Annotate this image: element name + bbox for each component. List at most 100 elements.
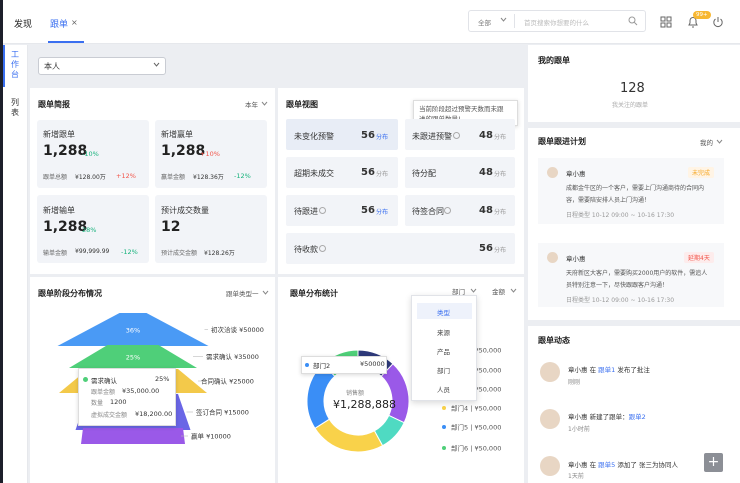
chevron-down-icon[interactable]	[510, 288, 517, 293]
card-sub-change: -12%	[121, 248, 138, 256]
owner-select-value: 本人	[44, 62, 60, 71]
card-sub-change: +12%	[116, 172, 136, 180]
donut-slice-3[interactable]	[314, 418, 384, 453]
view-cell-unit: 分布	[494, 134, 507, 141]
activity-user[interactable]: 章小惠	[568, 413, 588, 421]
info-icon[interactable]	[453, 132, 460, 139]
plan-desc: 容，需要陪安排人员上门沟通！	[566, 197, 651, 204]
view-cell-unit: 分布	[494, 209, 507, 216]
chevron-down-icon[interactable]	[500, 17, 507, 22]
view-cell-label: 待签合同	[412, 207, 444, 216]
view-cell-unit: 分布	[494, 247, 507, 254]
plan-time: 日程类型 10-12 09:00 ~ 10-16 17:30	[566, 297, 675, 304]
status-badge: 延期4天	[684, 252, 714, 263]
legend-dot	[83, 377, 88, 382]
tooltip-label: 跟单金额	[91, 389, 116, 396]
funnel-stage-label: 需求确认 ¥35000	[206, 352, 259, 361]
activity-link[interactable]: 跟单5	[598, 461, 615, 469]
activity-time: 1小时前	[568, 426, 590, 433]
activity-link[interactable]: 跟单2	[629, 413, 646, 421]
info-icon[interactable]	[319, 207, 326, 214]
chevron-down-icon[interactable]	[261, 101, 268, 106]
info-icon[interactable]	[319, 245, 326, 252]
tab-close-icon[interactable]: ×	[71, 18, 78, 27]
card-sub-label: 跟单总额	[43, 174, 68, 181]
activity-link[interactable]: 跟单1	[598, 366, 615, 374]
my-follow-count[interactable]: 128	[620, 81, 645, 96]
card-sub-label: 输单金额	[43, 250, 68, 257]
side-nav-list[interactable]: 列表	[10, 98, 20, 118]
power-icon[interactable]	[712, 16, 724, 28]
plan-time: 日程类型 10-12 09:00 ~ 10-16 17:30	[566, 212, 675, 219]
card-value: 12	[161, 219, 181, 235]
plan-filter-select[interactable]: 我的	[700, 137, 713, 147]
funnel-stage-4[interactable]	[81, 428, 185, 444]
dropdown-item-dept[interactable]: 部门	[437, 365, 450, 375]
view-cell-value: 56	[479, 243, 493, 254]
card-change: 28%	[82, 226, 97, 234]
chevron-down-icon[interactable]	[470, 288, 477, 293]
legend-item[interactable]: 部门6 | ¥50,000	[451, 444, 501, 453]
tooltip-label: 部门2	[313, 362, 331, 370]
plan-owner: 章小惠	[566, 255, 586, 263]
plan-title: 跟单跟进计划	[538, 137, 586, 146]
activity-text: 章小惠 在 跟单1 发布了批注	[568, 364, 650, 374]
card-value: 1,288	[161, 143, 206, 159]
legend-item[interactable]: 部门4 | ¥50,000	[451, 404, 501, 413]
add-button[interactable]: +	[704, 453, 723, 472]
dropdown-item-person[interactable]: 人员	[437, 384, 450, 394]
nav-discover[interactable]: 发现	[14, 17, 32, 30]
app-frame: 发现 跟单 × 全部 首页搜索你想要的什么 99+ 工作台 列表 本人 跟单简报…	[0, 0, 740, 483]
amount-select[interactable]: 金额	[492, 286, 505, 296]
section-divider	[528, 122, 740, 128]
activity-text: 章小惠 新建了跟单：跟单2	[568, 411, 646, 421]
tooltip-line: 当前阶段超过预警天数而未跟	[419, 105, 504, 113]
view-cell-value: 56	[361, 130, 375, 141]
chevron-down-icon[interactable]	[716, 139, 723, 144]
donut-center-value: ¥1,288,888	[333, 398, 396, 411]
plan-owner: 章小惠	[566, 170, 586, 178]
view-cell-unit: 分布	[376, 134, 389, 141]
avatar	[540, 409, 560, 429]
chevron-down-icon[interactable]	[153, 62, 160, 67]
status-badge: 未完成	[688, 167, 715, 178]
activity-verb: 在	[589, 461, 597, 469]
brief-period-select[interactable]: 本年	[245, 99, 258, 109]
chevron-down-icon[interactable]	[262, 290, 269, 295]
search-scope-select[interactable]: 全部	[478, 17, 491, 27]
side-nav-workbench[interactable]: 工作台	[10, 50, 20, 80]
avatar	[540, 456, 560, 476]
view-cell-unit: 分布	[376, 171, 389, 178]
funnel-stage-label: 合同确认 ¥25000	[201, 377, 254, 386]
dropdown-item-source[interactable]: 来源	[437, 327, 450, 337]
tab-follow-orders[interactable]: 跟单	[50, 17, 68, 30]
activity-verb: 添加了 张三为协同人	[617, 461, 678, 469]
tooltip-value: ¥50000	[360, 360, 385, 368]
tooltip-label: 虚拟成交金额	[91, 412, 128, 419]
apps-grid-icon[interactable]	[660, 16, 672, 28]
funnel-title: 跟单阶段分布情况	[38, 289, 102, 298]
activity-user[interactable]: 章小惠	[568, 461, 588, 469]
avatar	[547, 167, 558, 178]
dropdown-item-product[interactable]: 产品	[437, 346, 450, 356]
funnel-stage-label: 赢单 ¥10000	[191, 432, 231, 441]
activity-verb: 发布了批注	[617, 366, 650, 374]
activity-user[interactable]: 章小惠	[568, 366, 588, 374]
search-input[interactable]: 首页搜索你想要的什么	[524, 17, 589, 27]
legend-item[interactable]: 部门5 | ¥50,000	[451, 423, 501, 432]
tooltip-title: 需求确认	[91, 377, 117, 385]
card-label: 新增跟单	[43, 130, 75, 139]
tooltip-pct: 25%	[155, 375, 170, 383]
activity-time: 1天前	[568, 473, 584, 480]
card-value: 1,288	[43, 143, 88, 159]
info-icon[interactable]	[444, 207, 451, 214]
view-cell-value: 48	[479, 167, 493, 178]
tooltip-value: ¥35,000.00	[122, 387, 160, 395]
funnel-type-select[interactable]: 跟单类型一	[226, 288, 259, 298]
plan-desc: 天府新区大客户，需要购买2000用户的软件，需追人	[566, 270, 708, 277]
search-icon[interactable]	[628, 16, 638, 26]
dropdown-item-type[interactable]: 类型	[437, 307, 450, 317]
my-follow-caption: 我关注的跟单	[612, 102, 649, 109]
legend-dot	[442, 425, 446, 429]
legend-dot	[305, 363, 309, 367]
